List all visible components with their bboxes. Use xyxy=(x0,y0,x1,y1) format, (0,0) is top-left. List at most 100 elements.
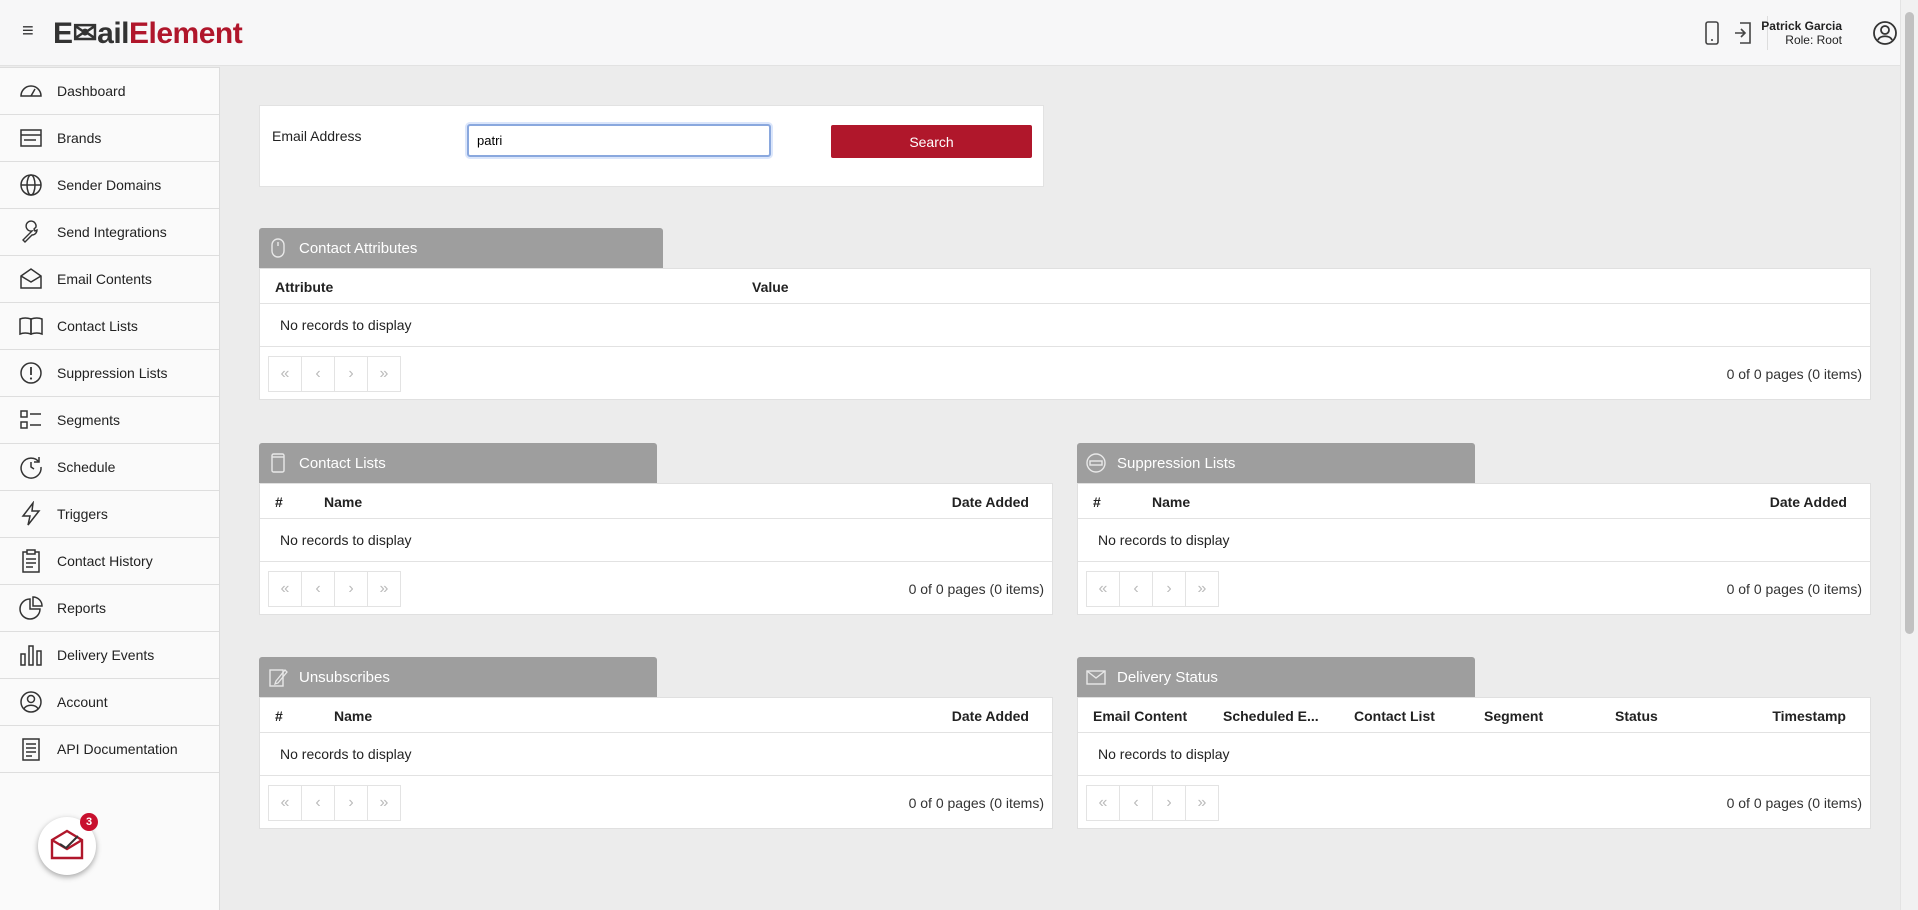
sidebar-item-triggers[interactable]: Triggers xyxy=(0,491,219,538)
no-entry-icon xyxy=(1086,453,1106,473)
sidebar-item-contact-history[interactable]: Contact History xyxy=(0,538,219,585)
column-header-email-content[interactable]: Email Content xyxy=(1093,708,1187,724)
sidebar-item-schedule[interactable]: Schedule xyxy=(0,444,219,491)
sidebar-item-label: Suppression Lists xyxy=(57,365,168,381)
column-header-status[interactable]: Status xyxy=(1615,708,1658,724)
grid-header-row: # Name Date Added xyxy=(260,698,1052,733)
no-records-message: No records to display xyxy=(280,317,412,333)
mobile-device-icon xyxy=(271,453,285,473)
logout-icon[interactable] xyxy=(1731,20,1755,46)
pager-info: 0 of 0 pages (0 items) xyxy=(1726,795,1862,811)
sidebar-item-email-contents[interactable]: Email Contents xyxy=(0,256,219,303)
column-header-name[interactable]: Name xyxy=(1152,494,1190,510)
alert-icon xyxy=(20,362,42,384)
sidebar-item-brands[interactable]: Brands xyxy=(0,115,219,162)
sidebar-item-reports[interactable]: Reports xyxy=(0,585,219,632)
column-header-segment[interactable]: Segment xyxy=(1484,708,1543,724)
panel-title: Contact Lists xyxy=(299,454,386,472)
sidebar-item-contact-lists[interactable]: Contact Lists xyxy=(0,303,219,350)
email-address-input[interactable] xyxy=(467,124,771,157)
first-page-button[interactable]: « xyxy=(268,571,302,607)
sidebar-item-account[interactable]: Account xyxy=(0,679,219,726)
pager-info: 0 of 0 pages (0 items) xyxy=(908,795,1044,811)
sidebar-item-label: Segments xyxy=(57,412,121,428)
prev-page-button[interactable]: ‹ xyxy=(301,356,335,392)
column-header-number[interactable]: # xyxy=(1093,494,1101,510)
last-page-button[interactable]: » xyxy=(1185,571,1219,607)
user-info[interactable]: Patrick Garcia Role: Root xyxy=(1761,19,1842,47)
sidebar-item-label: Account xyxy=(57,694,108,710)
no-records-message: No records to display xyxy=(280,746,412,762)
scrollbar-thumb[interactable] xyxy=(1905,12,1914,634)
first-page-button[interactable]: « xyxy=(1086,785,1120,821)
prev-page-button[interactable]: ‹ xyxy=(301,785,335,821)
suppression-lists-grid: # Name Date Added No records to display … xyxy=(1077,483,1871,615)
panel-title: Delivery Status xyxy=(1117,668,1218,686)
sidebar-item-label: Sender Domains xyxy=(57,177,162,193)
grid-pager: « ‹ › » 0 of 0 pages (0 items) xyxy=(260,346,1870,398)
next-page-button[interactable]: › xyxy=(334,785,368,821)
page-scrollbar[interactable] xyxy=(1900,0,1918,910)
mobile-device-icon[interactable] xyxy=(1700,20,1724,46)
column-header-attribute[interactable]: Attribute xyxy=(275,279,333,295)
sidebar-item-send-integrations[interactable]: Send Integrations xyxy=(0,209,219,256)
first-page-button[interactable]: « xyxy=(268,356,302,392)
column-header-contact-list[interactable]: Contact List xyxy=(1354,708,1435,724)
grid-pager: « ‹ › » 0 of 0 pages (0 items) xyxy=(260,775,1052,827)
search-button[interactable]: Search xyxy=(831,125,1032,158)
column-header-timestamp[interactable]: Timestamp xyxy=(1772,708,1846,724)
bar-chart-icon xyxy=(20,645,42,666)
next-page-button[interactable]: › xyxy=(1152,571,1186,607)
delivery-status-panel: Delivery Status Email Content Scheduled … xyxy=(1077,657,1871,829)
sidebar-item-suppression-lists[interactable]: Suppression Lists xyxy=(0,350,219,397)
next-page-button[interactable]: › xyxy=(1152,785,1186,821)
unsubscribes-header: Unsubscribes xyxy=(259,657,657,697)
column-header-number[interactable]: # xyxy=(275,708,283,724)
first-page-button[interactable]: « xyxy=(268,785,302,821)
column-header-scheduled[interactable]: Scheduled E... xyxy=(1223,708,1319,724)
sidebar-item-label: Dashboard xyxy=(57,83,126,99)
sidebar-item-label: Reports xyxy=(57,600,107,616)
user-avatar-icon[interactable] xyxy=(1872,20,1898,46)
mouse-icon xyxy=(271,238,285,258)
column-header-date-added[interactable]: Date Added xyxy=(1770,494,1847,510)
book-icon xyxy=(19,317,43,336)
column-header-name[interactable]: Name xyxy=(324,494,362,510)
user-role: Role: Root xyxy=(1785,33,1842,47)
contact-lists-panel: Contact Lists # Name Date Added No recor… xyxy=(259,443,1053,615)
app-logo[interactable]: E✉ailElement xyxy=(53,16,243,51)
sidebar-item-delivery-events[interactable]: Delivery Events xyxy=(0,632,219,679)
pager-buttons: « ‹ › » xyxy=(268,571,401,607)
column-header-name[interactable]: Name xyxy=(334,708,372,724)
column-header-date-added[interactable]: Date Added xyxy=(952,494,1029,510)
wrench-icon xyxy=(22,220,38,243)
contact-attributes-grid: Attribute Value No records to display « … xyxy=(259,268,1871,400)
hamburger-menu-icon[interactable]: ≡ xyxy=(22,21,40,41)
grid-header-row: # Name Date Added xyxy=(260,484,1052,519)
last-page-button[interactable]: » xyxy=(1185,785,1219,821)
last-page-button[interactable]: » xyxy=(367,356,401,392)
column-header-number[interactable]: # xyxy=(275,494,283,510)
sidebar-item-api-documentation[interactable]: API Documentation xyxy=(0,726,219,773)
next-page-button[interactable]: › xyxy=(334,356,368,392)
sidebar-item-dashboard[interactable]: Dashboard xyxy=(0,68,219,115)
first-page-button[interactable]: « xyxy=(1086,571,1120,607)
sidebar-item-sender-domains[interactable]: Sender Domains xyxy=(0,162,219,209)
grid-header-row: # Name Date Added xyxy=(1078,484,1870,519)
user-circle-icon xyxy=(20,691,42,713)
pager-info: 0 of 0 pages (0 items) xyxy=(908,581,1044,597)
grid-pager: « ‹ › » 0 of 0 pages (0 items) xyxy=(1078,561,1870,613)
column-header-value[interactable]: Value xyxy=(752,279,789,295)
pager-buttons: « ‹ › » xyxy=(1086,785,1219,821)
column-header-date-added[interactable]: Date Added xyxy=(952,708,1029,724)
sidebar-item-label: Email Contents xyxy=(57,271,152,287)
prev-page-button[interactable]: ‹ xyxy=(301,571,335,607)
prev-page-button[interactable]: ‹ xyxy=(1119,785,1153,821)
last-page-button[interactable]: » xyxy=(367,785,401,821)
last-page-button[interactable]: » xyxy=(367,571,401,607)
no-records-message: No records to display xyxy=(1098,746,1230,762)
prev-page-button[interactable]: ‹ xyxy=(1119,571,1153,607)
sidebar-item-segments[interactable]: Segments xyxy=(0,397,219,444)
next-page-button[interactable]: › xyxy=(334,571,368,607)
panel-title: Contact Attributes xyxy=(299,239,418,257)
